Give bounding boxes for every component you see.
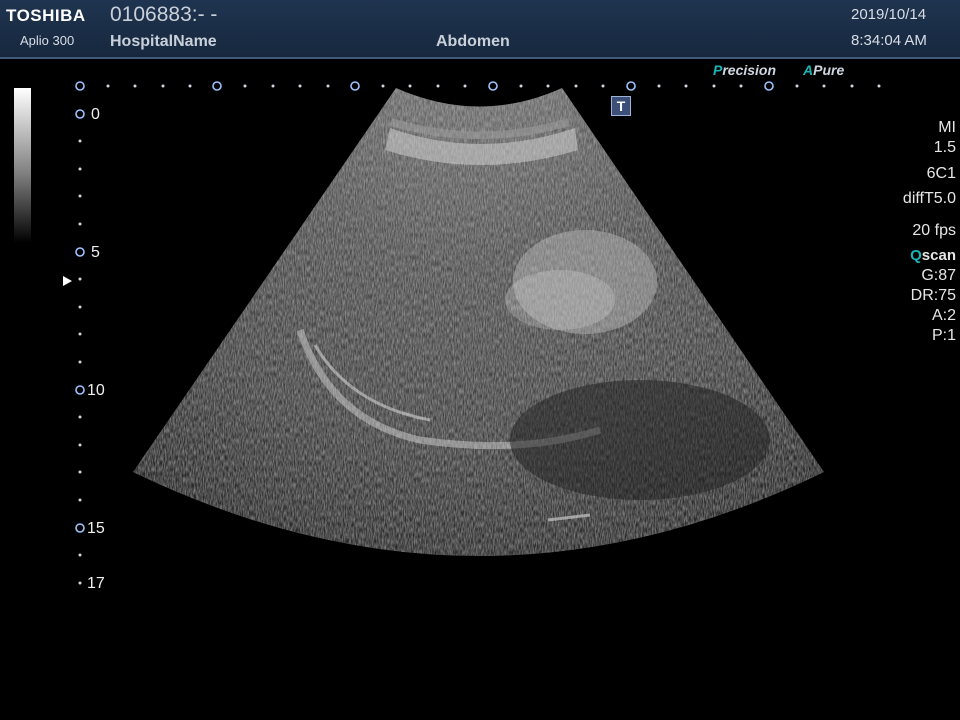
apure-logo: APure: [803, 62, 845, 78]
depth-scale: [75, 109, 85, 585]
mi-label: MI: [938, 119, 956, 136]
dynamic-range-value: DR:75: [910, 287, 956, 304]
precision-logo: Precision: [713, 62, 777, 78]
depth-label-0: 0: [91, 106, 100, 123]
t-marker-icon: T: [611, 96, 631, 116]
qscan-label: Qscan: [910, 247, 956, 264]
depth-label-15: 15: [87, 520, 105, 537]
ultrasound-canvas: [75, 81, 881, 585]
sector-image: [133, 88, 824, 556]
gain-value: G:87: [921, 267, 956, 284]
lateral-scale: [75, 81, 881, 91]
depth-label-17: 17: [87, 575, 105, 592]
a-value: A:2: [931, 307, 956, 324]
frame-rate: 20 fps: [912, 222, 956, 239]
depth-label-10: 10: [87, 382, 105, 399]
imaging-mode: diffT5.0: [902, 190, 956, 207]
p-value: P:1: [931, 327, 956, 344]
focus-marker-icon: [63, 276, 72, 286]
depth-label-5: 5: [91, 244, 100, 261]
probe-name: 6C1: [926, 165, 956, 182]
mi-value: 1.5: [933, 139, 956, 156]
